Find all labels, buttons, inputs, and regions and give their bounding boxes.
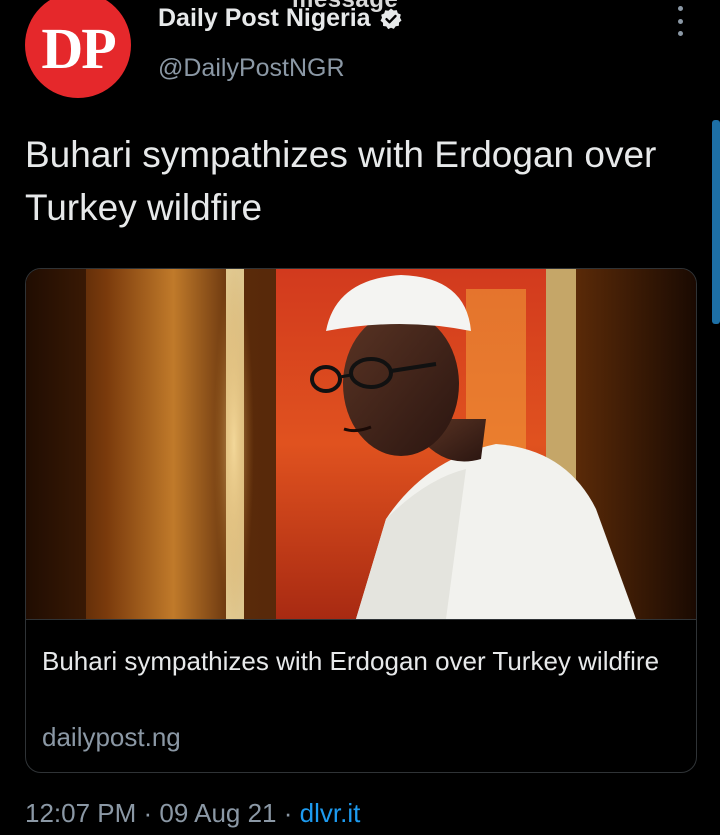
more-vertical-icon[interactable] — [668, 6, 692, 36]
card-image[interactable] — [26, 269, 696, 619]
tweet-meta: 12:07 PM · 09 Aug 21 · dlvr.it — [25, 798, 360, 829]
tweet-text: Buhari sympathizes with Erdogan over Tur… — [25, 134, 657, 228]
avatar-logo-text: DP — [41, 15, 116, 81]
meta-separator: · — [276, 798, 300, 828]
scroll-indicator[interactable] — [712, 120, 720, 324]
link-preview-card[interactable]: Buhari sympathizes with Erdogan over Tur… — [25, 268, 697, 773]
meta-separator: · — [136, 798, 160, 828]
tweet-detail-screen: message DP Daily Post Nigeria @DailyPost… — [0, 0, 720, 835]
card-body[interactable]: Buhari sympathizes with Erdogan over Tur… — [26, 619, 696, 772]
tweet-source-link[interactable]: dlvr.it — [300, 798, 361, 828]
card-domain[interactable]: dailypost.ng — [42, 722, 181, 753]
tweet-time: 12:07 PM — [25, 798, 137, 828]
user-handle[interactable]: @DailyPostNGR — [158, 54, 345, 83]
avatar[interactable]: DP — [25, 0, 131, 98]
tweet-date: 09 Aug 21 — [159, 798, 277, 828]
verified-badge-icon — [379, 7, 403, 31]
display-name[interactable]: Daily Post Nigeria — [158, 4, 371, 33]
card-title[interactable]: Buhari sympathizes with Erdogan over Tur… — [42, 642, 672, 680]
display-name-row[interactable]: Daily Post Nigeria — [158, 4, 403, 33]
